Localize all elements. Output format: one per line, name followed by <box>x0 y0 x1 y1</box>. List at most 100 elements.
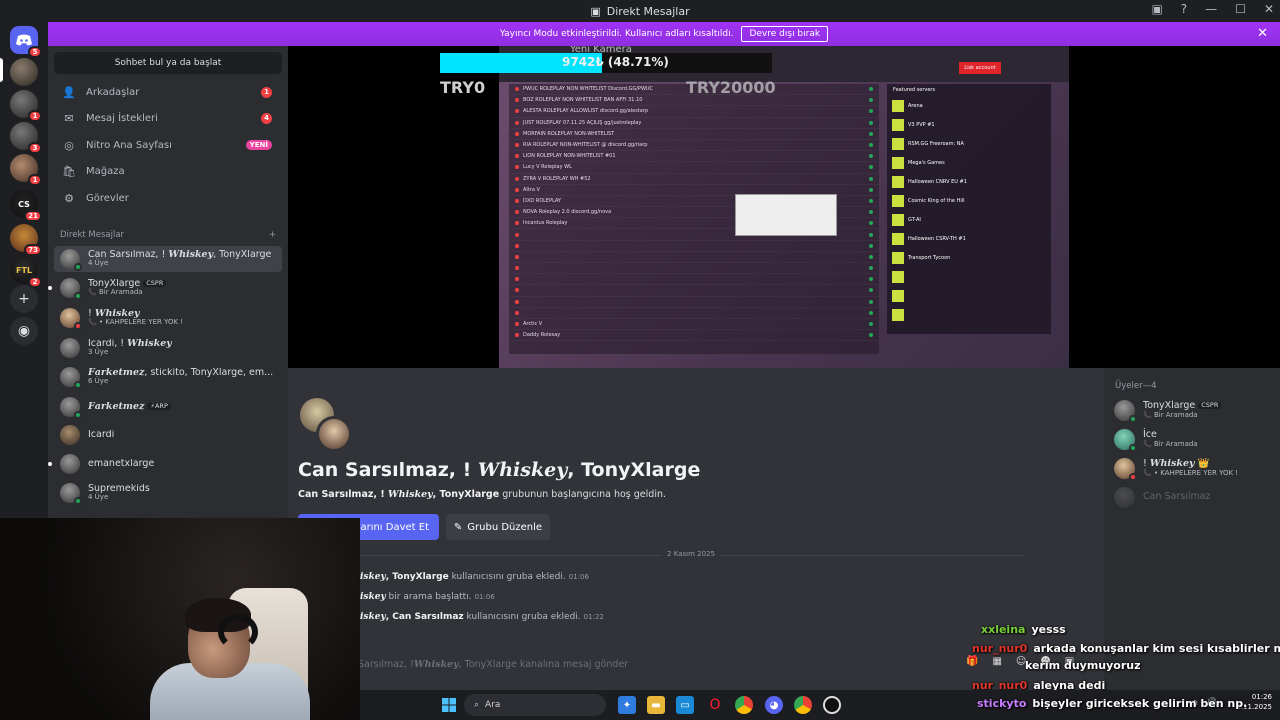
server-status-icon <box>515 333 519 338</box>
featured-server-row: RSM.GG Freeroam: NA <box>887 134 1051 153</box>
dm-item[interactable]: Icardi <box>54 422 282 448</box>
app-icon[interactable] <box>823 696 841 714</box>
dm-item[interactable]: TonyXlarge CSPR 📞 Bir Aramada <box>48 275 282 301</box>
unread-badge: 21 <box>24 210 42 222</box>
server-row <box>509 308 879 319</box>
disable-streamer-mode-button[interactable]: Devre dışı bırak <box>741 26 829 42</box>
server-avatar[interactable]: CS 21 <box>10 190 42 222</box>
server-avatar[interactable]: FTL 2 <box>10 256 42 288</box>
unread-badge: 3 <box>28 142 42 154</box>
server-name: RIA ROLEPLAY NON-WHITELIST @ discord.gg/… <box>523 142 648 149</box>
server-name: ALESTA ROLEPLAY ALLOWLIST discord.gg/ale… <box>523 108 649 115</box>
crown-icon: 👑 <box>1197 457 1210 469</box>
stream-chat-line: stickyto bişeyler giriceksek gelirim ben … <box>977 697 1247 710</box>
avatar <box>60 367 82 389</box>
dm-item[interactable]: 𝑭𝒂𝒓𝒌𝒆𝒕𝒎𝒆𝒛, stickito, TonyXlarge, em... 6 … <box>54 364 282 390</box>
inbox-icon[interactable]: ▣ <box>1151 2 1162 16</box>
server-status-icon <box>515 322 519 327</box>
member-item[interactable]: ! 𝑾𝒉𝒊𝒔𝒌𝒆𝒚 👑 📞 • KAHPELERE YER YOK ! <box>1114 455 1238 481</box>
stream-chat-line: kerim duymuyoruz <box>1025 659 1141 672</box>
dm-subtext: 📞 • KAHPELERE YER YOK ! <box>88 318 184 327</box>
gift-icon[interactable]: 🎁 <box>966 656 978 667</box>
file-explorer-icon[interactable]: ▬ <box>647 696 665 714</box>
stream-viewer[interactable]: Lisk account PWUC ROLEPLAY NON WHITELIST… <box>288 46 1280 368</box>
home-discord-icon[interactable]: 5 <box>10 26 42 58</box>
dm-item[interactable]: ! 𝑾𝒉𝒊𝒔𝒌𝒆𝒚 📞 • KAHPELERE YER YOK ! <box>54 305 282 331</box>
opera-icon[interactable]: O <box>706 696 724 714</box>
featured-server-row <box>887 267 1051 286</box>
member-item[interactable]: İce 📞 Bir Aramada <box>1114 426 1198 452</box>
add-server-icon[interactable]: + <box>10 285 38 313</box>
online-dot-icon <box>869 243 873 248</box>
goal-end-label: TRY20000 <box>686 78 776 97</box>
dm-item[interactable]: Icardi, ! 𝑾𝒉𝒊𝒔𝒌𝒆𝒚 3 Üye <box>54 335 282 361</box>
nav-friends[interactable]: 👤 Arkadaşlar 1 <box>54 80 282 104</box>
server-avatar[interactable]: 3 <box>10 122 42 154</box>
dm-item[interactable]: emanetxlarge <box>48 451 282 477</box>
store-icon[interactable]: ▭ <box>676 696 694 714</box>
dm-item[interactable]: Can Sarsılmaz, ! 𝑾𝒉𝒊𝒔𝒌𝒆𝒚, TonyXlarge 4 Üy… <box>54 246 282 272</box>
online-status-icon <box>74 263 82 271</box>
avatar <box>1114 399 1137 423</box>
avatar <box>60 338 80 358</box>
online-dot-icon <box>869 310 873 315</box>
nav-message-requests[interactable]: ✉ Mesaj İstekleri 4 <box>54 106 282 130</box>
unread-badge: 1 <box>28 174 42 186</box>
member-item[interactable]: Can Sarsılmaz <box>1114 484 1211 510</box>
discover-compass-icon[interactable]: ◉ <box>10 317 38 345</box>
server-logo-icon <box>892 194 904 207</box>
dm-subtext: 4 Üye <box>88 493 109 502</box>
quests-icon: ⚙ <box>64 191 74 205</box>
nav-quests[interactable]: ⚙ Görevler <box>54 186 282 210</box>
banner-close-icon[interactable]: ✕ <box>1257 26 1268 41</box>
avatar <box>60 308 82 330</box>
minimize-button[interactable]: — <box>1205 2 1217 16</box>
find-conversation-input[interactable]: Sohbet bul ya da başlat <box>54 52 282 74</box>
window-title: ▣ Direkt Mesajlar <box>590 5 689 18</box>
member-list-header: Üyeler—4 <box>1115 381 1157 391</box>
dm-item[interactable]: Supremekids 4 Üye <box>54 480 282 506</box>
server-avatar[interactable] <box>10 58 38 86</box>
chrome-profile-icon[interactable] <box>794 696 812 714</box>
nav-nitro[interactable]: ◎ Nitro Ana Sayfası YENİ <box>54 133 282 157</box>
discord-logo-icon <box>16 34 32 46</box>
server-status-icon <box>515 243 519 248</box>
online-status-icon <box>74 497 82 505</box>
dm-item[interactable]: 𝑭𝒂𝒓𝒌𝒆𝒕𝒎𝒆𝒛 ⚡ARP <box>54 394 282 420</box>
avatar <box>1114 457 1137 481</box>
discord-taskbar-icon[interactable]: ◕ <box>765 696 783 714</box>
online-dot-icon <box>869 288 873 293</box>
dnd-status-icon <box>74 322 82 330</box>
online-dot-icon <box>869 232 873 237</box>
server-logo-icon <box>892 175 904 188</box>
maximize-button[interactable]: ☐ <box>1235 2 1246 16</box>
server-status-icon <box>515 254 519 259</box>
edit-group-button[interactable]: ✎ Grubu Düzenle <box>446 514 550 540</box>
timestamp: 01:06 <box>568 573 589 581</box>
server-name: BOZ ROLEPLAY NON WHITELIST BAN AFFI 31.1… <box>523 97 643 104</box>
featured-server-name: Cosmic King of the Hill <box>908 197 965 204</box>
clan-tag: CSPR <box>143 279 167 287</box>
help-icon[interactable]: ? <box>1181 2 1187 16</box>
server-status-icon <box>515 198 519 203</box>
server-row <box>509 297 879 308</box>
server-avatar[interactable]: 1 <box>10 90 42 122</box>
windows-start-icon[interactable] <box>440 696 458 714</box>
server-name: LION ROLEPLAY NON-WHITELIST #01 <box>523 153 616 160</box>
group-welcome-text: Can Sarsılmaz, ! 𝑾𝒉𝒊𝒔𝒌𝒆𝒚, TonyXlarge gru… <box>298 489 667 500</box>
shared-screen: Lisk account PWUC ROLEPLAY NON WHITELIST… <box>499 46 1069 368</box>
chat-text: kerim duymuyoruz <box>1025 659 1141 672</box>
nav-shop[interactable]: 🛍 Mağaza <box>54 159 282 183</box>
copilot-icon[interactable]: ✦ <box>618 696 636 714</box>
server-avatar[interactable]: 73 <box>10 224 42 256</box>
unread-badge: 1 <box>28 110 42 122</box>
create-dm-button[interactable]: + <box>269 230 276 240</box>
member-item[interactable]: TonyXlarge CSPR 📞 Bir Aramada <box>1114 397 1222 423</box>
server-avatar[interactable]: 1 <box>10 154 42 186</box>
clan-tag: CSPR <box>1198 401 1222 409</box>
chrome-icon[interactable] <box>735 696 753 714</box>
server-name: Altra V <box>523 186 540 193</box>
gif-icon[interactable]: ▦ <box>992 656 1001 667</box>
close-button[interactable]: ✕ <box>1264 2 1274 16</box>
taskbar-search[interactable]: ⌕ Ara <box>464 694 606 716</box>
